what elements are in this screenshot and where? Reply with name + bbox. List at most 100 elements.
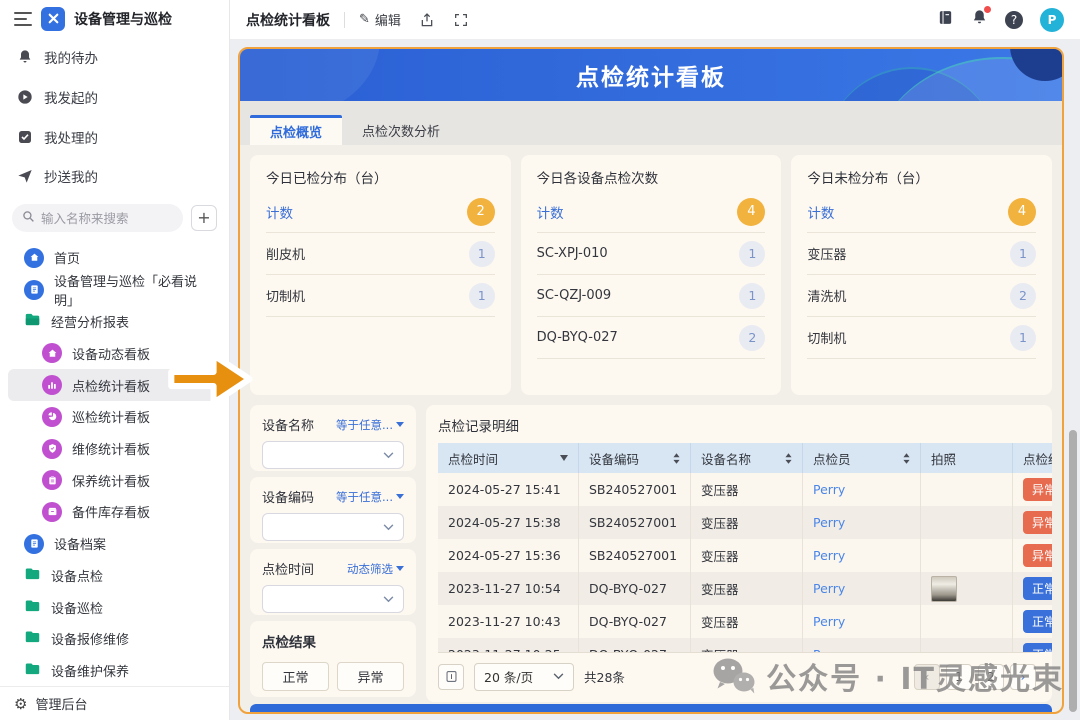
tab-overview[interactable]: 点检概览: [250, 115, 342, 145]
chevron-down-icon: [383, 524, 394, 531]
sidebar-item-device-maintain[interactable]: 设备维护保养: [8, 655, 221, 687]
sidebar-item-inspection-stats[interactable]: 点检统计看板: [8, 369, 221, 401]
filter-select[interactable]: [262, 513, 404, 541]
sidebar-item-device-archive[interactable]: 设备档案: [8, 528, 221, 560]
column-header-name[interactable]: 设备名称: [690, 443, 802, 473]
sidebar-item-label: 设备维护保养: [51, 661, 129, 680]
folder-icon: [24, 628, 41, 649]
sidebar-item-device-patrol[interactable]: 设备巡检: [8, 591, 221, 623]
inspector-link[interactable]: Perry: [813, 647, 845, 652]
count-label[interactable]: 计数: [807, 202, 834, 222]
sidebar-item-maintenance-stats[interactable]: 保养统计看板: [8, 464, 221, 496]
stat-card-checked-today: 今日已检分布（台） 计数 2 削皮机 1: [250, 155, 511, 395]
inspector-link[interactable]: Perry: [813, 515, 845, 530]
stat-label: 削皮机: [266, 244, 305, 263]
filter-select[interactable]: [262, 585, 404, 613]
page-scrollbar[interactable]: [1069, 430, 1077, 712]
sidebar-item-device-check[interactable]: 设备点检: [8, 559, 221, 591]
result-badge[interactable]: 正常: [1023, 610, 1052, 633]
table-row[interactable]: 2024-05-27 15:41 SB240527001 变压器 Perry 异…: [438, 473, 1052, 506]
sidebar-search[interactable]: [12, 204, 183, 232]
inspector-link[interactable]: Perry: [813, 482, 845, 497]
column-header-inspector[interactable]: 点检员: [802, 443, 920, 473]
sidebar-item-label: 我处理的: [44, 127, 98, 147]
table-row[interactable]: 2024-05-27 15:38 SB240527001 变压器 Perry 异…: [438, 506, 1052, 539]
sidebar-item-readme[interactable]: 设备管理与巡检「必看说明」: [8, 274, 221, 306]
filter-operator[interactable]: 动态筛选: [347, 561, 404, 577]
result-badge[interactable]: 正常: [1023, 577, 1052, 600]
prev-page-button[interactable]: ‹: [914, 664, 940, 690]
admin-backend-link[interactable]: ⚙ 管理后台: [0, 686, 229, 720]
result-normal-button[interactable]: 正常: [262, 662, 329, 691]
bell-icon: [16, 49, 33, 66]
photo-thumbnail[interactable]: [931, 576, 957, 602]
fullscreen-button[interactable]: [453, 12, 469, 28]
journal-icon[interactable]: [937, 9, 954, 30]
page-title: 点检统计看板: [246, 10, 330, 30]
page-2-button[interactable]: 2: [978, 664, 1004, 690]
inspector-link[interactable]: Perry: [813, 614, 845, 629]
sidebar-item-home[interactable]: 首页: [8, 242, 221, 274]
avatar[interactable]: P: [1040, 8, 1064, 32]
result-badge[interactable]: 正常: [1023, 643, 1052, 652]
notifications-bell-icon[interactable]: [971, 9, 988, 30]
folder-icon: [24, 597, 41, 618]
share-button[interactable]: [419, 12, 435, 28]
sidebar-item-cc[interactable]: 抄送我的: [0, 157, 229, 197]
column-settings-button[interactable]: [438, 664, 464, 690]
result-badge[interactable]: 异常: [1023, 544, 1052, 567]
sidebar-item-patrol-stats[interactable]: 巡检统计看板: [8, 401, 221, 433]
result-abnormal-button[interactable]: 异常: [337, 662, 404, 691]
sidebar-item-device-repair[interactable]: 设备报修维修: [8, 623, 221, 655]
search-input[interactable]: [41, 211, 161, 226]
sidebar-item-label: 我发起的: [44, 87, 98, 107]
table-row[interactable]: 2024-05-27 15:36 SB240527001 变压器 Perry 异…: [438, 539, 1052, 572]
next-page-button[interactable]: ›: [1010, 664, 1036, 690]
result-badge[interactable]: 异常: [1023, 511, 1052, 534]
sort-icon: [673, 453, 680, 464]
filter-operator[interactable]: 等于任意...: [336, 417, 404, 433]
sidebar-item-repair-stats[interactable]: 维修统计看板: [8, 433, 221, 465]
sidebar-item-initiated[interactable]: 我发起的: [0, 77, 229, 117]
stat-label: 切制机: [266, 286, 305, 305]
cell-time: 2023-11-27 10:54: [438, 572, 578, 605]
sidebar: 设备管理与巡检 我的待办 我发起的 我处理的 抄送我的 +: [0, 0, 230, 720]
notification-dot: [984, 6, 991, 13]
tab-frequency-analysis[interactable]: 点检次数分析: [342, 115, 460, 145]
dashboard-panel: 点检统计看板 点检概览 点检次数分析 今日已检分布（台） 计数 2: [238, 47, 1064, 714]
count-label[interactable]: 计数: [266, 202, 293, 222]
sidebar-item-processed[interactable]: 我处理的: [0, 117, 229, 157]
collapse-sidebar-icon[interactable]: [14, 12, 32, 26]
pencil-icon: ✎: [359, 12, 370, 27]
pie-chart-icon: [42, 407, 62, 427]
stat-value-badge: 1: [1010, 325, 1036, 351]
column-header-code[interactable]: 设备编码: [578, 443, 690, 473]
column-header-result[interactable]: 点检结果: [1012, 443, 1052, 473]
table-row[interactable]: 2023-11-27 10:25 DQ-BYQ-027 变压器 Perry 正常: [438, 638, 1052, 652]
cell-name: 变压器: [690, 506, 802, 539]
filter-select[interactable]: [262, 441, 404, 469]
filter-card: 设备编码 等于任意...: [250, 477, 416, 543]
table-row[interactable]: 2023-11-27 10:54 DQ-BYQ-027 变压器 Perry 正常: [438, 572, 1052, 605]
page-1-button[interactable]: 1: [946, 664, 972, 690]
send-icon: [16, 168, 33, 185]
sidebar-item-report-folder[interactable]: 经营分析报表: [8, 306, 221, 338]
help-icon[interactable]: ?: [1005, 11, 1023, 29]
inspector-link[interactable]: Perry: [813, 581, 845, 596]
sidebar-item-device-dashboard[interactable]: 设备动态看板: [8, 338, 221, 370]
inspector-link[interactable]: Perry: [813, 548, 845, 563]
stat-value-badge: 2: [1010, 283, 1036, 309]
add-button[interactable]: +: [191, 205, 217, 231]
stat-value-badge: 1: [1010, 241, 1036, 267]
result-badge[interactable]: 异常: [1023, 478, 1052, 501]
table-row[interactable]: 2023-11-27 10:43 DQ-BYQ-027 变压器 Perry 正常: [438, 605, 1052, 638]
filter-operator[interactable]: 等于任意...: [336, 489, 404, 505]
column-header-time[interactable]: 点检时间: [438, 443, 578, 473]
sidebar-item-todo[interactable]: 我的待办: [0, 38, 229, 78]
edit-button[interactable]: ✎ 编辑: [359, 10, 401, 29]
folder-icon: [24, 311, 41, 332]
stat-label: SC-XPJ-010: [537, 246, 608, 261]
page-size-select[interactable]: 20 条/页: [474, 663, 574, 691]
count-label[interactable]: 计数: [537, 202, 564, 222]
sidebar-item-spareparts-stock[interactable]: 备件库存看板: [8, 496, 221, 528]
